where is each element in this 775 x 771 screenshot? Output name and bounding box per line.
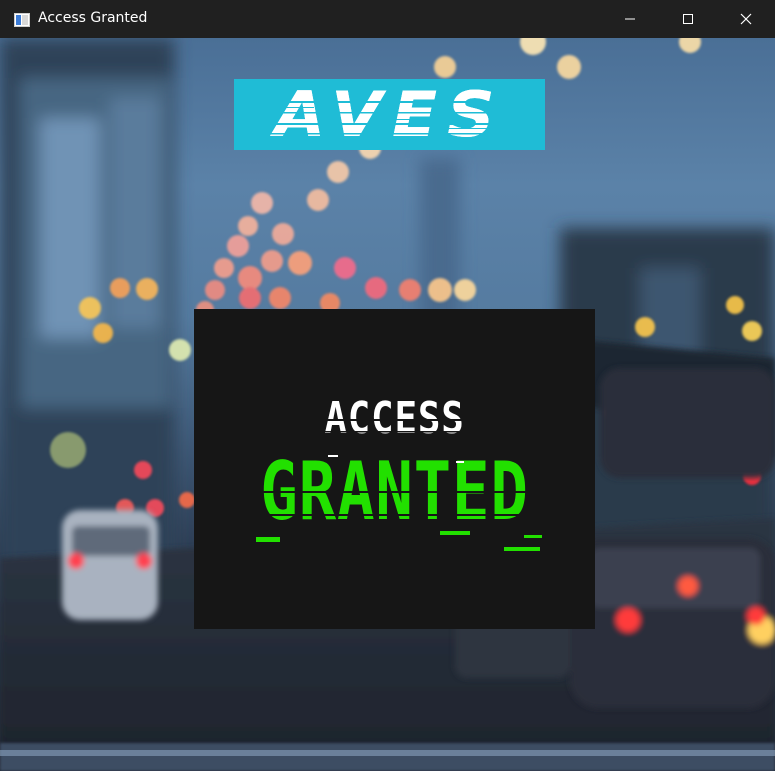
access-label: ACCESS [324, 393, 465, 444]
aves-logo: AVES [234, 79, 545, 150]
maximize-icon [682, 13, 694, 25]
close-icon [740, 13, 752, 25]
window-title: Access Granted [38, 10, 148, 26]
minimize-icon [624, 13, 636, 25]
app-window-icon [14, 12, 30, 27]
minimize-button[interactable] [601, 0, 659, 38]
access-status-panel: ACCESS GRANTED [194, 309, 595, 629]
close-button[interactable] [717, 0, 775, 38]
window-content: AVES ACCESS GRANTED [0, 38, 775, 771]
maximize-button[interactable] [659, 0, 717, 38]
granted-label: GRANTED [260, 445, 529, 538]
title-bar[interactable]: Access Granted [0, 0, 775, 38]
app-window: Access Granted AVES ACCESS GRANTED [0, 0, 775, 771]
logo-text: AVES [274, 77, 505, 151]
